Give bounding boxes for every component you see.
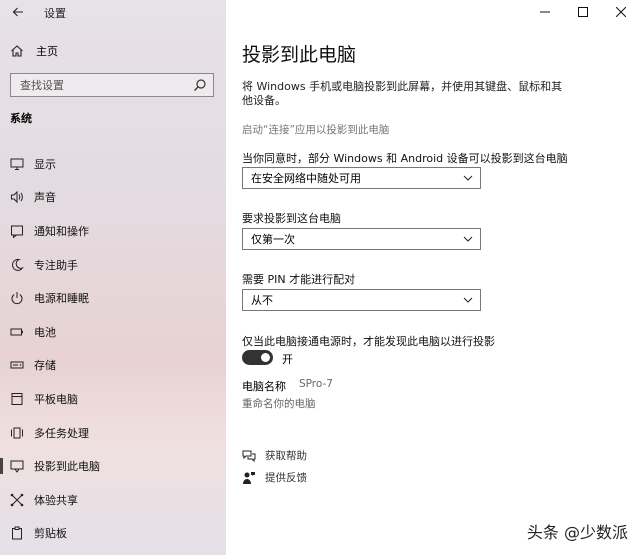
power-icon bbox=[10, 291, 24, 305]
minimize-button[interactable] bbox=[526, 0, 564, 24]
availability-value: 在安全网络中随处可用 bbox=[251, 172, 361, 185]
sidebar-item-label: 通知和操作 bbox=[34, 224, 89, 238]
notification-icon bbox=[10, 224, 24, 238]
watermark: 头条 @少数派 bbox=[527, 519, 628, 543]
page-title: 投影到此电脑 bbox=[242, 44, 357, 66]
back-arrow-icon bbox=[12, 7, 23, 17]
get-help-label: 获取帮助 bbox=[265, 450, 307, 462]
sidebar-item-battery[interactable]: 电池 bbox=[0, 315, 226, 349]
sidebar-item-multitasking[interactable]: 多任务处理 bbox=[0, 416, 226, 450]
availability-label: 当你同意时，部分 Windows 和 Android 设备可以投影到这台电脑 bbox=[242, 152, 568, 165]
require-pin-label: 需要 PIN 才能进行配对 bbox=[242, 273, 356, 286]
project-icon bbox=[10, 459, 24, 474]
sidebar-item-label: 电池 bbox=[34, 325, 56, 339]
page-description: 将 Windows 手机或电脑投影到此屏幕，并使用其键盘、鼠标和其他设备。 bbox=[242, 80, 563, 107]
require-pin-dropdown[interactable]: 从不 bbox=[242, 289, 481, 311]
close-icon bbox=[616, 7, 626, 17]
sidebar-item-notifications[interactable]: 通知和操作 bbox=[0, 214, 226, 248]
content-pane: 投影到此电脑 将 Windows 手机或电脑投影到此屏幕，并使用其键盘、鼠标和其… bbox=[226, 0, 640, 555]
rename-pc-link[interactable]: 重命名你的电脑 bbox=[242, 396, 316, 411]
sidebar-item-display[interactable]: 显示 bbox=[0, 147, 226, 181]
home-icon bbox=[11, 45, 23, 57]
sidebar-item-tablet[interactable]: 平板电脑 bbox=[0, 382, 226, 416]
watermark-text: 头条 @少数派 bbox=[526, 523, 628, 542]
minimize-icon bbox=[540, 11, 550, 13]
multitask-icon bbox=[10, 426, 24, 440]
sidebar-item-sound[interactable]: 声音 bbox=[0, 181, 226, 215]
tablet-icon bbox=[10, 392, 24, 406]
sidebar-item-clipboard[interactable]: 剪贴板 bbox=[0, 517, 226, 551]
sidebar: 设置 主页 系统 显示 声音 通知和操作 专注助手 电源和睡眠 bbox=[0, 0, 226, 555]
give-feedback-link[interactable]: 提供反馈 bbox=[242, 470, 307, 485]
availability-dropdown[interactable]: 在安全网络中随处可用 bbox=[242, 167, 481, 189]
sidebar-item-label: 存储 bbox=[34, 359, 56, 373]
app-title: 设置 bbox=[44, 7, 66, 20]
sidebar-item-label: 声音 bbox=[34, 191, 56, 205]
sidebar-item-home[interactable]: 主页 bbox=[10, 42, 58, 60]
close-button[interactable] bbox=[602, 0, 640, 24]
battery-icon bbox=[10, 325, 24, 339]
sidebar-item-shared-experiences[interactable]: 体验共享 bbox=[0, 483, 226, 517]
speaker-icon bbox=[10, 190, 24, 204]
sidebar-item-label: 剪贴板 bbox=[34, 527, 67, 541]
sidebar-item-label: 专注助手 bbox=[34, 258, 78, 272]
give-feedback-label: 提供反馈 bbox=[265, 472, 307, 484]
sidebar-item-focus-assist[interactable]: 专注助手 bbox=[0, 248, 226, 282]
title-bar: 设置 bbox=[0, 0, 226, 26]
share-icon bbox=[10, 493, 24, 507]
sidebar-item-power-sleep[interactable]: 电源和睡眠 bbox=[0, 281, 226, 315]
sidebar-item-label: 平板电脑 bbox=[34, 392, 78, 406]
chevron-down-icon bbox=[463, 297, 473, 303]
sidebar-item-label: 多任务处理 bbox=[34, 426, 89, 440]
power-discovery-toggle[interactable] bbox=[242, 350, 273, 365]
storage-icon bbox=[10, 358, 24, 372]
pc-name-value: SPro-7 bbox=[299, 378, 333, 390]
sidebar-item-project-to-pc[interactable]: 投影到此电脑 bbox=[0, 449, 226, 483]
help-chat-icon bbox=[242, 450, 256, 462]
home-label: 主页 bbox=[36, 45, 58, 58]
pc-name-label: 电脑名称 bbox=[242, 380, 286, 393]
sidebar-item-label: 显示 bbox=[34, 157, 56, 171]
require-pin-value: 从不 bbox=[251, 294, 273, 307]
maximize-icon bbox=[578, 7, 588, 17]
sidebar-item-label: 电源和睡眠 bbox=[34, 292, 89, 306]
chevron-down-icon bbox=[463, 175, 473, 181]
maximize-button[interactable] bbox=[564, 0, 602, 24]
search-input[interactable] bbox=[11, 74, 181, 97]
toggle-knob bbox=[261, 353, 270, 362]
ask-to-project-dropdown[interactable]: 仅第一次 bbox=[242, 228, 481, 250]
sidebar-item-label: 体验共享 bbox=[34, 493, 78, 507]
monitor-icon bbox=[10, 157, 24, 171]
clipboard-icon bbox=[10, 526, 24, 540]
sidebar-item-storage[interactable]: 存储 bbox=[0, 349, 226, 383]
sidebar-nav: 显示 声音 通知和操作 专注助手 电源和睡眠 电池 存储 平板电脑 多任务处理 … bbox=[0, 147, 226, 550]
launch-connect-app-link[interactable]: 启动“连接”应用以投影到此电脑 bbox=[242, 122, 389, 137]
search-icon[interactable] bbox=[193, 78, 207, 92]
search-box[interactable] bbox=[10, 73, 214, 97]
ask-to-project-label: 要求投影到这台电脑 bbox=[242, 212, 341, 225]
ask-to-project-value: 仅第一次 bbox=[251, 233, 295, 246]
section-heading: 系统 bbox=[10, 112, 32, 125]
feedback-person-icon bbox=[243, 471, 255, 484]
get-help-link[interactable]: 获取帮助 bbox=[242, 448, 307, 463]
power-discovery-label: 仅当此电脑接通电源时，才能发现此电脑以进行投影 bbox=[242, 335, 495, 348]
window-controls bbox=[526, 0, 640, 24]
back-button[interactable] bbox=[10, 4, 26, 20]
moon-icon bbox=[10, 258, 24, 272]
sidebar-item-label: 投影到此电脑 bbox=[34, 460, 100, 474]
chevron-down-icon bbox=[463, 236, 473, 242]
toggle-state-label: 开 bbox=[282, 353, 293, 366]
